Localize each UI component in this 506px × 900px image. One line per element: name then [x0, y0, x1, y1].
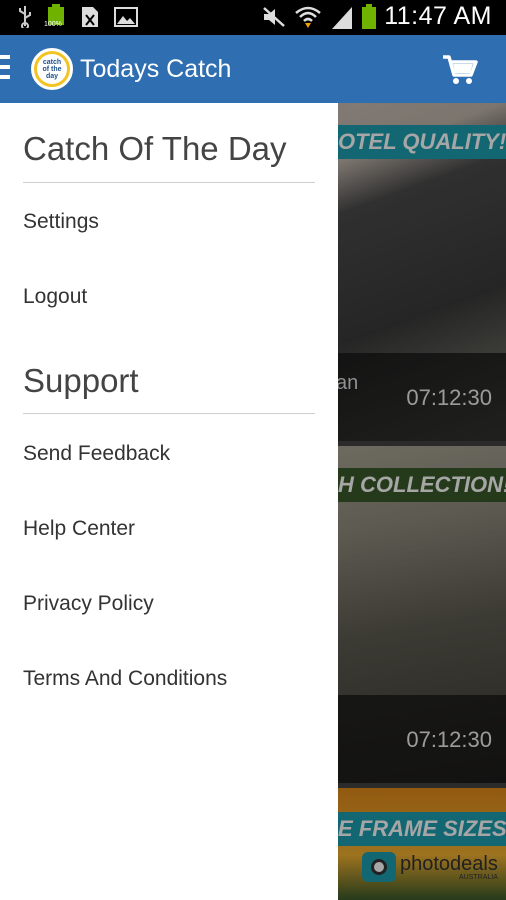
- drawer-divider: [23, 413, 315, 414]
- drawer-section-title: Support: [23, 362, 139, 399]
- usb-icon: [19, 6, 31, 28]
- battery-percent: 100%: [44, 21, 62, 28]
- menu-item-privacy-policy[interactable]: Privacy Policy: [23, 592, 154, 616]
- menu-item-settings[interactable]: Settings: [23, 210, 99, 234]
- drawer-section-title: Catch Of The Day: [23, 130, 287, 167]
- signal-icon: [332, 6, 353, 29]
- status-bar: 100% 11:47 AM: [0, 0, 506, 35]
- menu-item-logout[interactable]: Logout: [23, 285, 87, 309]
- menu-item-terms[interactable]: Terms And Conditions: [23, 667, 227, 691]
- menu-item-help-center[interactable]: Help Center: [23, 517, 135, 541]
- menu-item-send-feedback[interactable]: Send Feedback: [23, 442, 170, 466]
- battery-full-icon: 100%: [44, 4, 66, 30]
- app-bar: catch of the day Todays Catch: [0, 35, 506, 103]
- wifi-icon: [295, 6, 322, 28]
- nav-drawer: Catch Of The Day Settings Logout Support…: [0, 103, 338, 900]
- app-title: Todays Catch: [80, 55, 232, 83]
- mute-icon: [263, 6, 286, 27]
- battery-icon: [362, 3, 377, 30]
- status-time: 11:47 AM: [384, 2, 492, 30]
- cart-icon[interactable]: [442, 54, 478, 86]
- image-icon: [114, 7, 138, 27]
- drawer-divider: [23, 182, 315, 183]
- menu-icon[interactable]: [0, 55, 10, 83]
- no-sim-icon: [82, 7, 98, 27]
- app-logo[interactable]: catch of the day: [31, 48, 73, 90]
- logo-text: catch of the day: [42, 58, 62, 80]
